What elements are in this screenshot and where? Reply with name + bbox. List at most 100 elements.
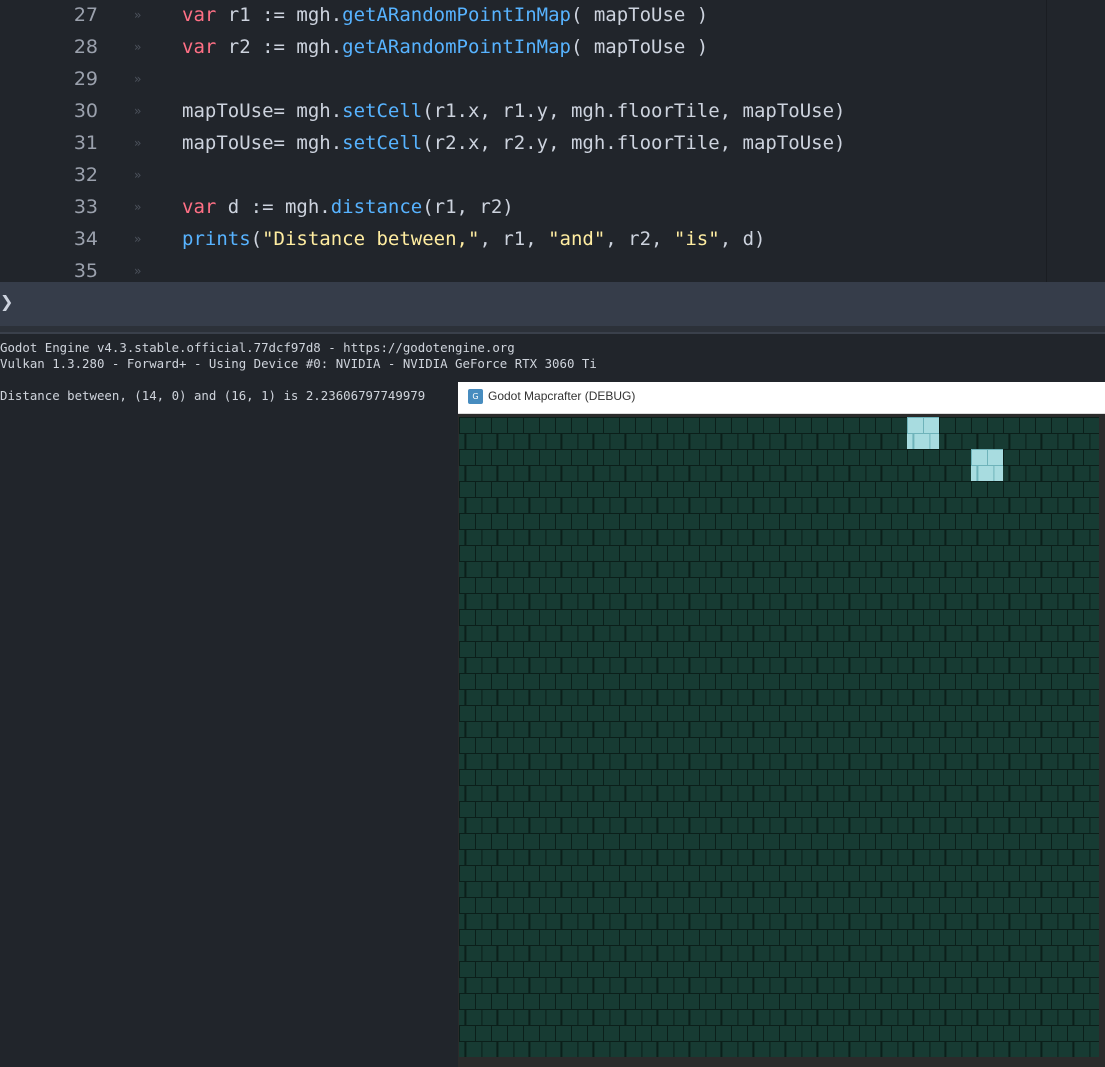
- map-wall-tile: [555, 513, 587, 545]
- map-wall-tile: [747, 897, 779, 929]
- code-token: var: [182, 36, 217, 58]
- code-line[interactable]: 29 »: [0, 63, 1040, 95]
- map-wall-tile: [587, 865, 619, 897]
- game-window-titlebar[interactable]: G Godot Mapcrafter (DEBUG): [458, 382, 1105, 414]
- map-wall-tile: [523, 1025, 555, 1057]
- code-line[interactable]: 28 » var r2 := mgh.getARandomPointInMap( m…: [0, 31, 1040, 63]
- map-wall-tile: [619, 417, 651, 449]
- map-wall-tile: [747, 801, 779, 833]
- map-wall-tile: [651, 449, 683, 481]
- map-wall-tile: [1067, 641, 1099, 673]
- map-wall-tile: [939, 609, 971, 641]
- map-wall-tile: [683, 737, 715, 769]
- map-wall-tile: [651, 545, 683, 577]
- map-wall-tile: [1003, 865, 1035, 897]
- map-wall-tile: [843, 417, 875, 449]
- map-wall-tile: [491, 865, 523, 897]
- map-wall-tile: [1067, 545, 1099, 577]
- map-wall-tile: [843, 769, 875, 801]
- code-line[interactable]: 35 »: [0, 255, 1040, 282]
- code-token: mapToUse= mgh.: [182, 100, 343, 122]
- map-wall-tile: [491, 705, 523, 737]
- map-wall-tile: [1067, 737, 1099, 769]
- map-wall-tile: [459, 897, 491, 929]
- code-editor[interactable]: 27» var r1 := mgh.getARandomPointInMap( m…: [0, 0, 1105, 282]
- map-wall-tile: [1067, 705, 1099, 737]
- map-wall-tile: [619, 609, 651, 641]
- code-text: prints("Distance between,", r1, "and", r…: [182, 223, 765, 255]
- map-wall-tile: [875, 545, 907, 577]
- line-number: 29: [73, 68, 98, 90]
- map-wall-tile: [907, 577, 939, 609]
- code-token: , d): [719, 228, 766, 250]
- code-line[interactable]: 32 »: [0, 159, 1040, 191]
- game-window[interactable]: G Godot Mapcrafter (DEBUG): [458, 382, 1105, 1067]
- map-wall-tile: [779, 737, 811, 769]
- tab-indent-icon: »: [134, 168, 142, 182]
- map-wall-tile: [939, 513, 971, 545]
- map-wall-tile: [907, 769, 939, 801]
- map-wall-tile: [907, 961, 939, 993]
- map-wall-tile: [811, 449, 843, 481]
- code-line[interactable]: 31 » mapToUse= mgh.setCell(r2.x, r2.y, mgh…: [0, 127, 1040, 159]
- map-wall-tile: [875, 641, 907, 673]
- code-line[interactable]: 30 » mapToUse= mgh.setCell(r1.x, r1.y, mgh…: [0, 95, 1040, 127]
- map-wall-tile: [1067, 929, 1099, 961]
- code-line[interactable]: 34 » prints("Distance between,", r1, "and"…: [0, 223, 1040, 255]
- map-wall-tile: [683, 641, 715, 673]
- map-wall-tile: [523, 833, 555, 865]
- map-wall-tile: [555, 449, 587, 481]
- code-text: var r1 := mgh.getARandomPointInMap( mapT…: [182, 0, 708, 31]
- code-line[interactable]: 27 » var r1 := mgh.getARandomPointInMap( m…: [0, 0, 1040, 31]
- map-wall-tile: [779, 673, 811, 705]
- map-wall-tile: [491, 577, 523, 609]
- map-wall-tile: [939, 993, 971, 1025]
- map-wall-tile: [1003, 993, 1035, 1025]
- map-wall-tile: [1003, 961, 1035, 993]
- map-wall-tile: [587, 545, 619, 577]
- map-wall-tile: [715, 545, 747, 577]
- map-wall-tile: [971, 545, 1003, 577]
- map-wall-tile: [555, 769, 587, 801]
- map-wall-tile: [555, 673, 587, 705]
- map-wall-tile: [1067, 993, 1099, 1025]
- map-canvas[interactable]: [459, 417, 1099, 1057]
- map-wall-tile: [555, 929, 587, 961]
- map-wall-tile: [939, 833, 971, 865]
- map-wall-tile: [875, 417, 907, 449]
- map-wall-tile: [1035, 513, 1067, 545]
- map-wall-tile: [619, 481, 651, 513]
- map-wall-tile: [619, 865, 651, 897]
- map-wall-tile: [459, 513, 491, 545]
- map-wall-tile: [459, 545, 491, 577]
- map-wall-tile: [971, 833, 1003, 865]
- map-wall-tile: [747, 769, 779, 801]
- map-wall-tile: [1003, 545, 1035, 577]
- map-wall-tile: [907, 833, 939, 865]
- map-wall-tile: [779, 641, 811, 673]
- map-wall-tile: [811, 833, 843, 865]
- map-wall-tile: [779, 417, 811, 449]
- map-wall-tile: [459, 609, 491, 641]
- map-wall-tile: [587, 609, 619, 641]
- map-wall-tile: [779, 993, 811, 1025]
- map-wall-tile: [587, 481, 619, 513]
- map-wall-tile: [875, 449, 907, 481]
- map-wall-tile: [907, 673, 939, 705]
- map-wall-tile: [843, 865, 875, 897]
- code-token: "and": [548, 228, 606, 250]
- map-wall-tile: [843, 513, 875, 545]
- code-line[interactable]: 33 » var d := mgh.distance(r1, r2): [0, 191, 1040, 223]
- map-wall-tile: [555, 833, 587, 865]
- map-wall-tile: [523, 641, 555, 673]
- map-wall-tile: [1035, 641, 1067, 673]
- map-wall-tile: [843, 641, 875, 673]
- map-wall-tile: [491, 993, 523, 1025]
- map-wall-tile: [747, 1025, 779, 1057]
- map-wall-tile: [1067, 897, 1099, 929]
- map-wall-tile: [1003, 801, 1035, 833]
- console-input-bar[interactable]: ❯: [0, 282, 1105, 326]
- map-wall-tile: [779, 865, 811, 897]
- map-wall-tile: [907, 929, 939, 961]
- map-wall-tile: [843, 1025, 875, 1057]
